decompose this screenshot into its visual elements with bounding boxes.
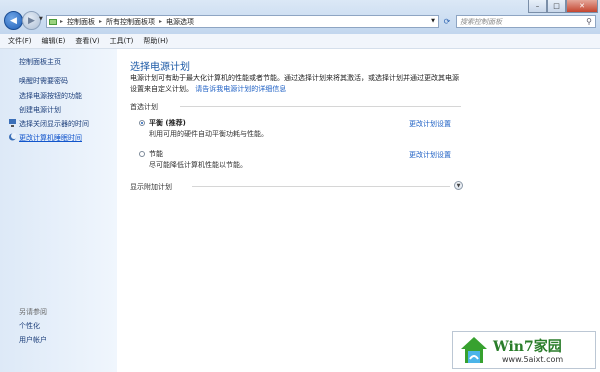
address-bar[interactable]: ▸ 控制面板 ▸ 所有控制面板项 ▸ 电源选项 ▼ [46, 15, 439, 28]
minimize-button[interactable]: – [528, 0, 547, 13]
page-description: 电源计划可有助于最大化计算机的性能或者节能。通过选择计划来将其激活，或选择计划并… [130, 73, 465, 95]
minimize-icon: – [535, 2, 540, 10]
window-controls: – □ ✕ [528, 0, 598, 13]
watermark: Win7家园 www.5aixt.com [452, 331, 596, 369]
control-panel-icon [49, 18, 57, 25]
house-logo-icon [461, 337, 487, 363]
plan-balanced-name[interactable]: 平衡 (推荐) [149, 118, 186, 128]
sidebar-item-power-buttons[interactable]: 选择电源按钮的功能 [19, 91, 82, 101]
title-bar: ◀ ▶ ▼ ▸ 控制面板 ▸ 所有控制面板项 ▸ 电源选项 ▼ ⟳ 搜索控制面板… [0, 0, 600, 34]
breadcrumb-chevron-icon[interactable]: ▸ [159, 18, 162, 25]
close-icon: ✕ [579, 2, 585, 10]
menu-tools[interactable]: 工具(T) [110, 36, 134, 46]
close-button[interactable]: ✕ [566, 0, 598, 13]
sidebar-item-display-off[interactable]: 选择关闭显示器的时间 [19, 119, 89, 129]
search-icon[interactable]: ⚲ [586, 17, 592, 26]
refresh-icon: ⟳ [443, 17, 451, 26]
watermark-title: Win7家园 [493, 339, 562, 355]
back-button[interactable]: ◀ [4, 11, 23, 30]
refresh-button[interactable]: ⟳ [441, 15, 453, 28]
sidebar-control-panel-home[interactable]: 控制面板主页 [19, 57, 61, 67]
search-placeholder: 搜索控制面板 [460, 17, 502, 26]
search-input[interactable]: 搜索控制面板 ⚲ [456, 15, 596, 28]
forward-arrow-icon: ▶ [28, 15, 35, 26]
maximize-icon: □ [553, 2, 560, 10]
menu-file[interactable]: 文件(F) [8, 36, 32, 46]
preferred-plans-header: 首选计划 [130, 103, 158, 111]
sidebar-item-wake-password[interactable]: 唤醒时需要密码 [19, 76, 68, 86]
back-arrow-icon: ◀ [10, 15, 17, 26]
page-title: 选择电源计划 [130, 62, 190, 73]
main-content: 选择电源计划 电源计划可有助于最大化计算机的性能或者节能。通过选择计划来将其激活… [117, 49, 600, 372]
menu-bar: 文件(F) 编辑(E) 查看(V) 工具(T) 帮助(H) [0, 34, 600, 49]
plan-saver-name[interactable]: 节能 [149, 149, 163, 159]
plan-balanced-change-link[interactable]: 更改计划设置 [409, 119, 451, 129]
sidebar-item-create-plan[interactable]: 创建电源计划 [19, 105, 61, 115]
sidebar-item-user-accounts[interactable]: 用户帐户 [19, 335, 47, 345]
section-divider [192, 186, 450, 187]
power-plan-info-link[interactable]: 请告诉我电源计划的详细信息 [195, 85, 286, 93]
breadcrumb-chevron-icon[interactable]: ▸ [60, 18, 63, 25]
menu-edit[interactable]: 编辑(E) [42, 36, 66, 46]
moon-icon [9, 133, 16, 141]
address-dropdown-icon[interactable]: ▼ [431, 18, 435, 24]
section-divider [180, 106, 461, 107]
plan-balanced-desc: 利用可用的硬件自动平衡功耗与性能。 [149, 130, 268, 138]
sidebar-item-personalization[interactable]: 个性化 [19, 321, 40, 331]
sidebar-item-sleep[interactable]: 更改计算机睡眠时间 [19, 133, 82, 143]
watermark-url: www.5aixt.com [502, 355, 564, 364]
breadcrumb-chevron-icon[interactable]: ▸ [99, 18, 102, 25]
plan-saver-change-link[interactable]: 更改计划设置 [409, 150, 451, 160]
chevron-down-icon: ▼ [456, 182, 461, 189]
recent-pages-dropdown[interactable]: ▼ [39, 16, 43, 22]
breadcrumb-power-options[interactable]: 电源选项 [166, 17, 194, 27]
additional-plans-header[interactable]: 显示附加计划 [130, 182, 172, 192]
maximize-button[interactable]: □ [547, 0, 566, 13]
breadcrumb-control-panel[interactable]: 控制面板 [67, 17, 95, 27]
menu-help[interactable]: 帮助(H) [143, 36, 168, 46]
expand-additional-plans-button[interactable]: ▼ [454, 181, 463, 190]
display-icon [9, 119, 16, 127]
description-text: 电源计划可有助于最大化计算机的性能或者节能。通过选择计划来将其激活，或选择计划并… [130, 74, 459, 93]
plan-balanced-radio[interactable] [139, 120, 145, 126]
breadcrumb-all-items[interactable]: 所有控制面板项 [106, 17, 155, 27]
see-also-header: 另请参阅 [19, 308, 47, 316]
plan-saver-radio[interactable] [139, 151, 145, 157]
sidebar: 控制面板主页 唤醒时需要密码 选择电源按钮的功能 创建电源计划 选择关闭显示器的… [0, 49, 117, 372]
menu-view[interactable]: 查看(V) [75, 36, 99, 46]
plan-saver-desc: 尽可能降低计算机性能以节能。 [149, 161, 247, 169]
